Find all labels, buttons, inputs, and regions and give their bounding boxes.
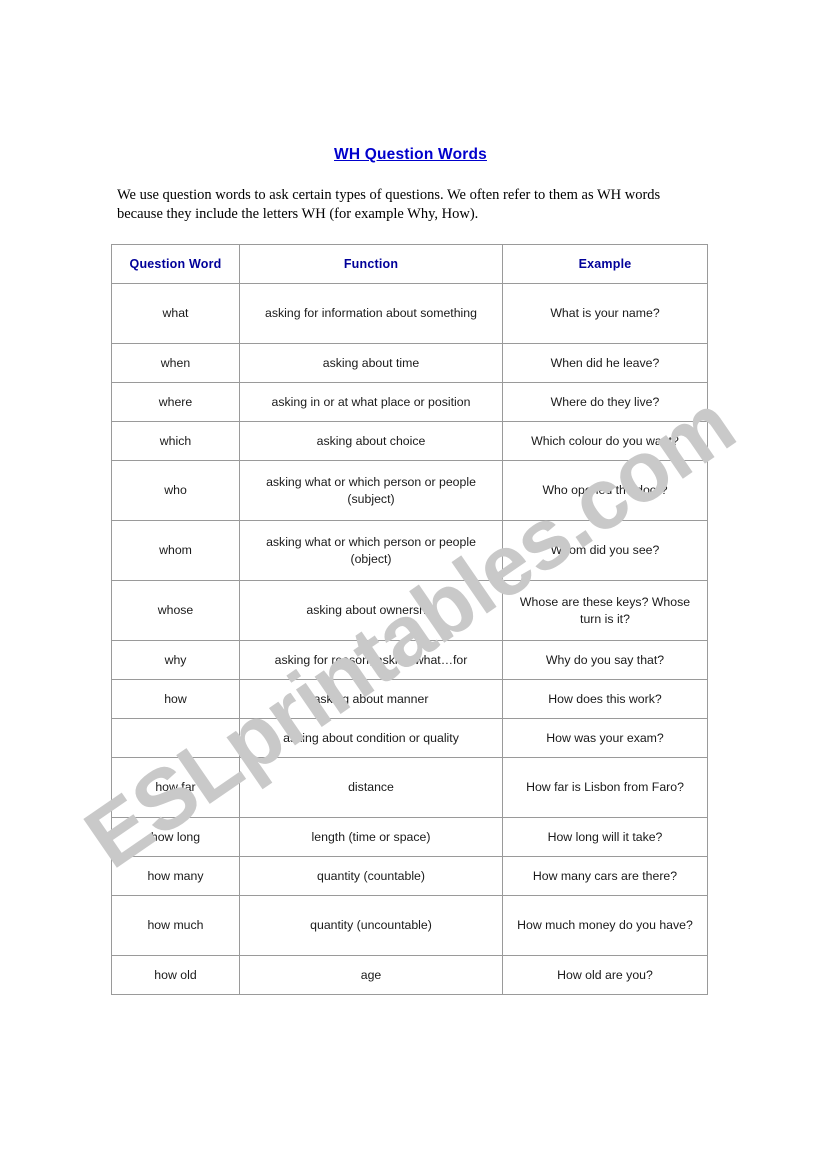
cell-function: asking about ownership xyxy=(239,580,503,641)
cell-function: asking for reason, asking what…for xyxy=(239,640,503,680)
table-row: who asking what or which person or people… xyxy=(111,460,708,521)
table-row: what asking for information about somethi… xyxy=(111,283,708,344)
table-row: where asking in or at what place or posit… xyxy=(111,382,708,422)
worksheet-page: WH Question Words We use question words … xyxy=(0,0,821,1169)
column-header-question-word: Question Word xyxy=(111,244,240,284)
intro-paragraph: We use question words to ask certain typ… xyxy=(117,187,661,222)
cell-example: Whom did you see? xyxy=(502,520,708,581)
column-header-example: Example xyxy=(502,244,708,284)
cell-example: Which colour do you want? xyxy=(502,421,708,461)
cell-question-word xyxy=(111,718,240,758)
cell-example: What is your name? xyxy=(502,283,708,344)
cell-question-word: when xyxy=(111,343,240,383)
cell-example: How much money do you have? xyxy=(502,895,708,956)
table-header: Question Word Function Example xyxy=(111,244,708,284)
cell-question-word: whom xyxy=(111,520,240,581)
cell-example: How old are you? xyxy=(502,955,708,995)
table-header-row: Question Word Function Example xyxy=(111,244,708,284)
table-row: how many quantity (countable) How many car… xyxy=(111,856,708,896)
cell-example: How many cars are there? xyxy=(502,856,708,896)
table-row: how old age How old are you? xyxy=(111,955,708,995)
table-row: which asking about choice Which colour do … xyxy=(111,421,708,461)
cell-function: quantity (uncountable) xyxy=(239,895,503,956)
cell-question-word: why xyxy=(111,640,240,680)
cell-example: How long will it take? xyxy=(502,817,708,857)
cell-example: When did he leave? xyxy=(502,343,708,383)
page-title: WH Question Words xyxy=(334,146,487,163)
cell-example: Where do they live? xyxy=(502,382,708,422)
cell-example: Whose are these keys? Whose turn is it? xyxy=(502,580,708,641)
table-row: how much quantity (uncountable) How much m… xyxy=(111,895,708,956)
table-body: what asking for information about somethi… xyxy=(111,283,708,995)
cell-function: asking what or which person or people (o… xyxy=(239,520,503,581)
cell-question-word: how long xyxy=(111,817,240,857)
cell-question-word: how old xyxy=(111,955,240,995)
cell-function: length (time or space) xyxy=(239,817,503,857)
table-row: why asking for reason, asking what…for Why… xyxy=(111,640,708,680)
table-row: how long length (time or space) How long w… xyxy=(111,817,708,857)
table-row: asking about condition or quality How was… xyxy=(111,718,708,758)
table-row: how asking about manner How does this work… xyxy=(111,679,708,719)
cell-question-word: who xyxy=(111,460,240,521)
wh-question-words-table: Question Word Function Example what askin… xyxy=(111,244,708,995)
cell-question-word: how xyxy=(111,679,240,719)
table-row: whose asking about ownership Whose are the… xyxy=(111,580,708,641)
cell-example: How does this work? xyxy=(502,679,708,719)
cell-question-word: which xyxy=(111,421,240,461)
table-row: whom asking what or which person or peopl… xyxy=(111,520,708,581)
cell-example: Who opened the door? xyxy=(502,460,708,521)
cell-question-word: where xyxy=(111,382,240,422)
cell-example: Why do you say that? xyxy=(502,640,708,680)
cell-function: asking for information about something xyxy=(239,283,503,344)
cell-function: age xyxy=(239,955,503,995)
cell-function: asking about manner xyxy=(239,679,503,719)
cell-question-word: how many xyxy=(111,856,240,896)
column-header-function: Function xyxy=(239,244,503,284)
cell-example: How far is Lisbon from Faro? xyxy=(502,757,708,818)
table-row: when asking about time When did he leave? xyxy=(111,343,708,383)
cell-function: distance xyxy=(239,757,503,818)
cell-function: asking about time xyxy=(239,343,503,383)
cell-function: asking in or at what place or position xyxy=(239,382,503,422)
cell-function: asking what or which person or people (s… xyxy=(239,460,503,521)
cell-function: asking about condition or quality xyxy=(239,718,503,758)
table-row: how far distance How far is Lisbon from Fa… xyxy=(111,757,708,818)
cell-question-word: what xyxy=(111,283,240,344)
cell-question-word: whose xyxy=(111,580,240,641)
cell-question-word: how much xyxy=(111,895,240,956)
cell-function: asking about choice xyxy=(239,421,503,461)
cell-function: quantity (countable) xyxy=(239,856,503,896)
cell-question-word: how far xyxy=(111,757,240,818)
cell-example: How was your exam? xyxy=(502,718,708,758)
